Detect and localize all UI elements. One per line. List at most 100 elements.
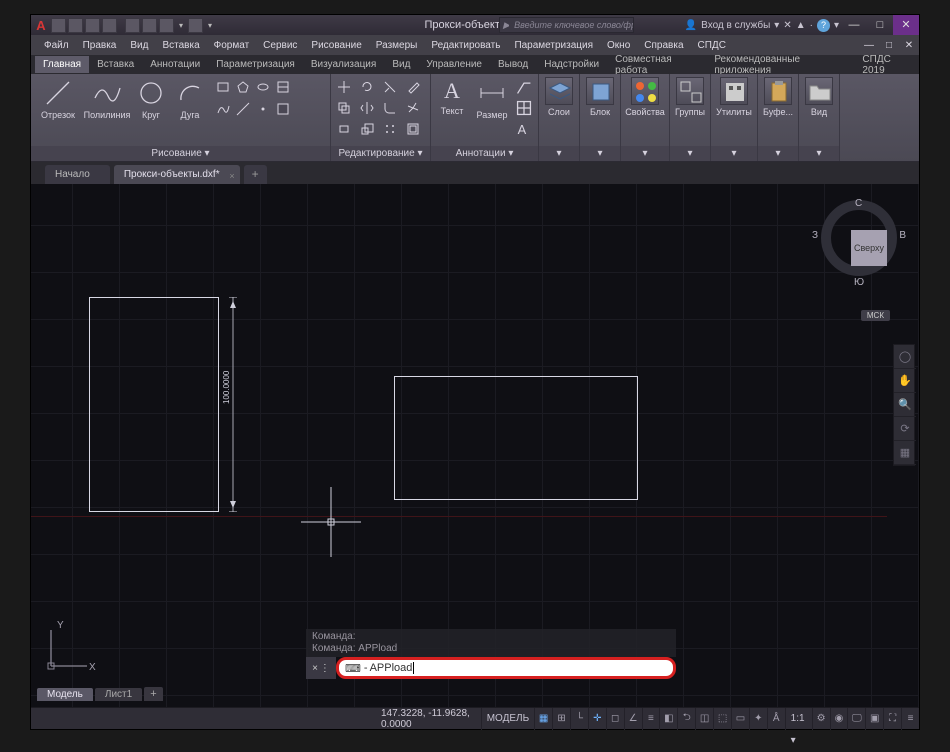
nav-orbit-icon[interactable]: ⟳ [894, 417, 916, 441]
block-button[interactable]: Блок [580, 74, 620, 120]
dimension-line[interactable] [229, 297, 237, 512]
doc-tab-current[interactable]: Прокси-объекты.dxf*× [114, 165, 240, 184]
point-icon[interactable] [254, 100, 272, 118]
menu-dimension[interactable]: Размеры [369, 40, 425, 51]
tab-addins[interactable]: Надстройки [536, 56, 607, 73]
ellipse-icon[interactable] [254, 78, 272, 96]
panel-block-arrow[interactable]: ▾ [580, 146, 620, 161]
text-button[interactable]: A Текст [435, 78, 469, 138]
tab-manage[interactable]: Управление [418, 56, 490, 73]
menu-edit[interactable]: Правка [76, 40, 124, 51]
panel-annotate-title[interactable]: Аннотации ▾ [431, 146, 538, 161]
xline-icon[interactable] [234, 100, 252, 118]
hatch-icon[interactable] [274, 78, 292, 96]
nav-wheel-icon[interactable]: ◯ [894, 345, 916, 369]
maximize-button[interactable]: □ [867, 15, 893, 35]
qat-save-icon[interactable] [85, 18, 100, 33]
fillet-icon[interactable] [381, 99, 399, 117]
minimize-button[interactable]: — [841, 15, 867, 35]
viewcube-west[interactable]: З [812, 230, 818, 241]
status-3dosnap-icon[interactable]: ◫ [695, 708, 713, 730]
mirror-icon[interactable] [358, 99, 376, 117]
exchange-icon[interactable]: ✕ [783, 20, 791, 31]
nav-pan-icon[interactable]: ✋ [894, 369, 916, 393]
help-icon[interactable]: ? [817, 19, 830, 32]
utilities-button[interactable]: Утилиты [711, 74, 757, 120]
doc-tab-new[interactable]: + [244, 165, 267, 184]
layers-button[interactable]: Слои [539, 74, 579, 120]
qat-more-icon[interactable]: ▾ [205, 21, 215, 30]
region-icon[interactable] [274, 100, 292, 118]
status-polar-icon[interactable]: ✛ [588, 708, 606, 730]
menu-help[interactable]: Справка [637, 40, 690, 51]
qat-undo-icon[interactable] [142, 18, 157, 33]
status-clean-icon[interactable]: ⛶ [883, 708, 901, 730]
menu-parametric[interactable]: Параметризация [507, 40, 600, 51]
mtext-icon[interactable]: A [515, 120, 533, 138]
trim-icon[interactable] [381, 78, 399, 96]
menu-spds[interactable]: СПДС [691, 40, 733, 51]
tab-view[interactable]: Вид [384, 56, 418, 73]
qat-saveas-icon[interactable] [102, 18, 117, 33]
qat-new-icon[interactable] [51, 18, 66, 33]
offset-icon[interactable] [404, 120, 422, 138]
array-icon[interactable] [381, 120, 399, 138]
viewcube-south[interactable]: Ю [854, 277, 864, 288]
rectangle-icon[interactable] [214, 78, 232, 96]
rotate-icon[interactable] [358, 78, 376, 96]
status-annoscale-icon[interactable]: Å [767, 708, 785, 730]
menu-window[interactable]: Окно [600, 40, 637, 51]
signin-link[interactable]: Вход в службы [701, 20, 770, 31]
status-selection-icon[interactable]: ▭ [731, 708, 749, 730]
mdi-minimize-button[interactable]: — [859, 40, 879, 51]
viewcube-east[interactable]: В [899, 230, 906, 241]
viewcube-north[interactable]: С [855, 198, 862, 209]
command-close-icon[interactable]: × [312, 663, 318, 674]
qat-open-icon[interactable] [68, 18, 83, 33]
copy-icon[interactable] [335, 99, 353, 117]
status-monitor-icon[interactable]: 🖵 [847, 708, 865, 730]
line-button[interactable]: Отрезок [35, 78, 81, 120]
spline-icon[interactable] [214, 100, 232, 118]
tab-model[interactable]: Модель [37, 688, 93, 701]
move-icon[interactable] [335, 78, 353, 96]
tab-visualize[interactable]: Визуализация [303, 56, 384, 73]
nav-zoom-icon[interactable]: 🔍 [894, 393, 916, 417]
panel-view-arrow[interactable]: ▾ [799, 146, 839, 161]
arc-button[interactable]: Дуга [172, 78, 208, 120]
close-button[interactable]: ✕ [893, 15, 919, 35]
status-model-label[interactable]: МОДЕЛЬ [481, 708, 534, 730]
menu-format[interactable]: Формат [207, 40, 257, 51]
dimension-button[interactable]: Размер [472, 78, 512, 138]
qat-redo-icon[interactable] [159, 18, 174, 33]
panel-draw-title[interactable]: Рисование ▾ [31, 146, 330, 161]
status-cycling-icon[interactable]: ⮌ [677, 708, 695, 730]
a360-icon[interactable]: ▲ [796, 20, 806, 31]
groups-button[interactable]: Группы [670, 74, 710, 120]
clipboard-button[interactable]: Буфе... [758, 74, 798, 120]
properties-button[interactable]: Свойства [621, 74, 669, 120]
panel-utilities-arrow[interactable]: ▾ [711, 146, 757, 161]
qat-dropdown-icon[interactable]: ▾ [176, 21, 186, 30]
status-osnap-icon[interactable]: ◻ [606, 708, 624, 730]
command-grip-icon[interactable]: ⋮ [320, 663, 330, 674]
menu-file[interactable]: Файл [37, 40, 76, 51]
status-dynucs-icon[interactable]: ⬚ [713, 708, 731, 730]
status-ortho-icon[interactable]: └ [570, 708, 588, 730]
stretch-icon[interactable] [335, 120, 353, 138]
polygon-icon[interactable] [234, 78, 252, 96]
panel-clipboard-arrow[interactable]: ▾ [758, 146, 798, 161]
tab-add-layout[interactable]: + [144, 687, 162, 701]
tab-parametric[interactable]: Параметризация [208, 56, 303, 73]
app-logo[interactable]: A [31, 18, 51, 33]
mdi-close-button[interactable]: ✕ [899, 40, 919, 51]
signin-dropdown-icon[interactable]: ▾ [774, 20, 779, 31]
status-isolate-icon[interactable]: ▣ [865, 708, 883, 730]
qat-share-icon[interactable] [188, 18, 203, 33]
coordinate-system-label[interactable]: МСК [861, 310, 890, 321]
drawing-canvas[interactable]: 100.0000 Y X Сверху С Ю В З МСК [31, 184, 919, 707]
tab-output[interactable]: Вывод [490, 56, 536, 73]
scale-icon[interactable] [358, 120, 376, 138]
status-grid-icon[interactable]: ▦ [534, 708, 552, 730]
menu-insert[interactable]: Вставка [155, 40, 206, 51]
